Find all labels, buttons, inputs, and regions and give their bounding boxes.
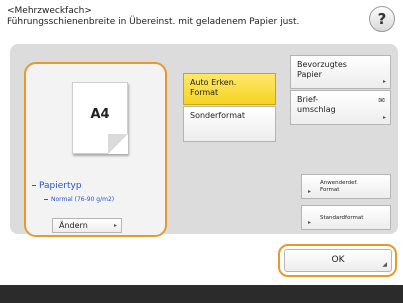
ok-label: OK	[331, 255, 345, 265]
arrow-icon: ▸	[382, 78, 386, 85]
footer-bar	[0, 285, 403, 303]
breadcrumb: <Mehrzweckfach>	[7, 6, 92, 16]
bullet-icon	[44, 199, 48, 200]
auto-detect-format-button[interactable]: Auto Erken. Format	[183, 73, 276, 105]
auto-detect-label: Auto Erken. Format	[190, 78, 237, 97]
paper-type-label: Papiertyp	[32, 181, 82, 191]
bullet-icon	[32, 185, 36, 186]
arrow-icon: ▸	[308, 219, 312, 226]
paper-type-value: Normal (76-90 g/m2)	[44, 196, 114, 203]
envelope-label: Brief- umschlag	[297, 95, 336, 114]
envelope-icon: ✉	[378, 96, 385, 105]
user-defined-format-button[interactable]: ▸ Anwenderdef. Format	[301, 174, 391, 199]
paper-icon: A4	[72, 82, 128, 154]
ok-button[interactable]: OK ◢	[284, 249, 392, 272]
custom-format-button[interactable]: Sonderformat	[183, 106, 276, 142]
custom-format-label: Sonderformat	[190, 111, 246, 120]
page-title: Führungsschienenbreite in Übereinst. mit…	[7, 17, 300, 27]
paper-size-label: A4	[90, 107, 110, 122]
corner-arrow-icon: ◢	[382, 261, 387, 268]
arrow-icon: ▸	[308, 188, 312, 195]
standard-format-label: Standardformat	[320, 215, 364, 221]
user-defined-label: Anwenderdef. Format	[320, 180, 358, 193]
preferred-paper-button[interactable]: Bevorzugtes Papier ▸	[290, 55, 391, 89]
preferred-paper-label: Bevorzugtes Papier	[297, 60, 347, 79]
help-button[interactable]: ?	[369, 6, 395, 32]
change-button-label: Ändern	[59, 221, 88, 230]
arrow-icon: ▸	[382, 114, 386, 121]
envelope-button[interactable]: Brief- umschlag ✉ ▸	[290, 90, 391, 125]
header: <Mehrzweckfach> Führungsschienenbreite i…	[0, 0, 403, 40]
arrow-icon: ▸	[113, 222, 117, 229]
standard-format-button[interactable]: ▸ Standardformat	[301, 205, 391, 230]
change-button[interactable]: Ändern ▸	[52, 218, 122, 233]
